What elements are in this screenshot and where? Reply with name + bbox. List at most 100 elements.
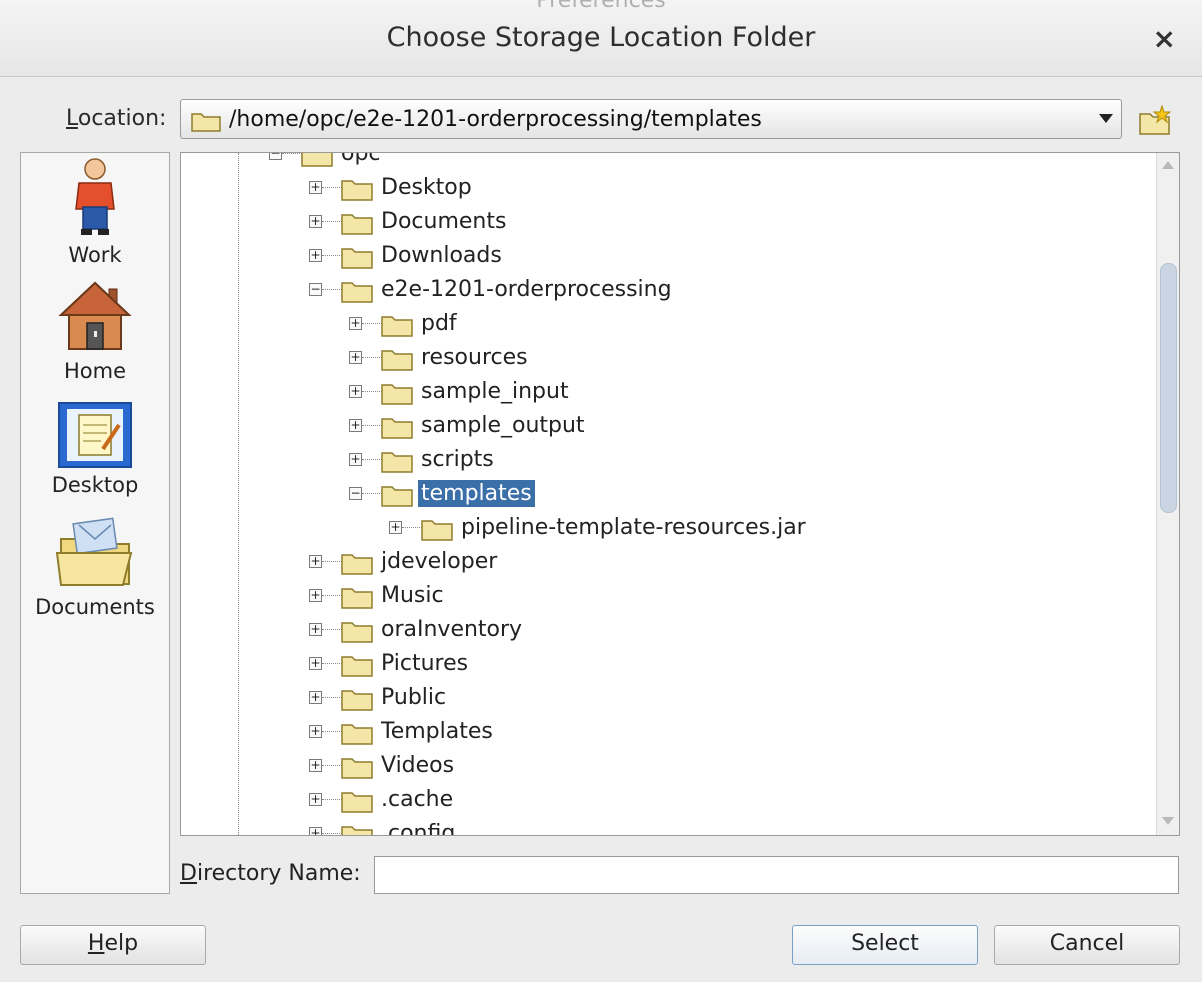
- folder-icon: [381, 486, 413, 507]
- place-work[interactable]: Work: [21, 155, 169, 267]
- place-documents[interactable]: Documents: [21, 515, 169, 619]
- places-sidebar: Work Home Desktop Documents: [20, 152, 170, 894]
- tree-node-label[interactable]: scripts: [418, 446, 497, 473]
- tree-connector: [322, 697, 342, 698]
- tree-connector: [322, 629, 342, 630]
- tree-node-label[interactable]: Videos: [378, 752, 457, 779]
- tree-node-label[interactable]: pipeline-template-resources.jar: [458, 514, 809, 541]
- tree-node[interactable]: + Templates: [181, 716, 1151, 750]
- tree-node-label[interactable]: oraInventory: [378, 616, 525, 643]
- new-folder-button[interactable]: [1138, 104, 1172, 136]
- tree-node-label[interactable]: Downloads: [378, 242, 505, 269]
- folder-icon: [341, 792, 373, 813]
- tree-node[interactable]: + Videos: [181, 750, 1151, 784]
- scroll-up-arrow-icon[interactable]: [1162, 161, 1174, 169]
- tree-node[interactable]: + sample_output: [181, 410, 1151, 444]
- expand-toggle-icon[interactable]: +: [349, 419, 362, 432]
- tree-node[interactable]: + .cache: [181, 784, 1151, 818]
- expand-toggle-icon[interactable]: +: [349, 317, 362, 330]
- tree-node[interactable]: + jdeveloper: [181, 546, 1151, 580]
- tree-node[interactable]: + Documents: [181, 206, 1151, 240]
- tree-node-label[interactable]: Music: [378, 582, 447, 609]
- expand-toggle-icon[interactable]: +: [309, 827, 322, 835]
- tree-node[interactable]: + oraInventory: [181, 614, 1151, 648]
- expand-toggle-icon[interactable]: +: [349, 385, 362, 398]
- tree-node-label[interactable]: Templates: [378, 718, 496, 745]
- expand-toggle-icon[interactable]: +: [309, 657, 322, 670]
- location-dropdown[interactable]: /home/opc/e2e-1201-orderprocessing/templ…: [180, 99, 1122, 139]
- tree-node[interactable]: − opc: [181, 153, 1151, 172]
- expand-toggle-icon[interactable]: +: [309, 793, 322, 806]
- tree-node-label[interactable]: .config: [378, 820, 458, 835]
- tree-node-label[interactable]: Desktop: [378, 174, 475, 201]
- tree-node-label[interactable]: Pictures: [378, 650, 471, 677]
- work-person-icon: [75, 158, 115, 235]
- folder-icon: [381, 316, 413, 337]
- expand-toggle-icon[interactable]: +: [309, 181, 322, 194]
- tree-node[interactable]: + scripts: [181, 444, 1151, 478]
- expand-toggle-icon[interactable]: +: [349, 351, 362, 364]
- tree-connector: [322, 187, 342, 188]
- help-button[interactable]: Help: [20, 925, 206, 965]
- tree-connector: [362, 357, 382, 358]
- tree-node[interactable]: − e2e-1201-orderprocessing: [181, 274, 1151, 308]
- tree-node-label[interactable]: pdf: [418, 310, 460, 337]
- select-button[interactable]: Select: [792, 925, 978, 965]
- chevron-down-icon[interactable]: [1099, 114, 1113, 123]
- tree-node-label[interactable]: e2e-1201-orderprocessing: [378, 276, 675, 303]
- folder-icon: [341, 554, 373, 575]
- tree-connector: [322, 731, 342, 732]
- tree-node[interactable]: + Music: [181, 580, 1151, 614]
- tree-node[interactable]: + Downloads: [181, 240, 1151, 274]
- tree-node[interactable]: + .config: [181, 818, 1151, 835]
- expand-toggle-icon[interactable]: +: [309, 691, 322, 704]
- expand-toggle-icon[interactable]: +: [349, 453, 362, 466]
- tree-node-label[interactable]: .cache: [378, 786, 456, 813]
- directory-name-input[interactable]: [374, 856, 1179, 894]
- tree-node-label[interactable]: Public: [378, 684, 449, 711]
- tree-node[interactable]: + resources: [181, 342, 1151, 376]
- folder-tree[interactable]: − opc + Desktop + Documents + Downloads − e2e-120…: [180, 152, 1180, 836]
- cancel-button[interactable]: Cancel: [994, 925, 1180, 965]
- tree-connector: [322, 833, 342, 834]
- expand-toggle-icon[interactable]: +: [309, 623, 322, 636]
- expand-toggle-icon[interactable]: +: [389, 521, 402, 534]
- help-label-rest: elp: [104, 931, 139, 956]
- collapse-toggle-icon[interactable]: −: [309, 283, 322, 296]
- tree-node[interactable]: + Desktop: [181, 172, 1151, 206]
- place-desktop[interactable]: Desktop: [21, 401, 169, 497]
- documents-folder-icon: [55, 517, 133, 586]
- directory-label-rest: irectory Name:: [196, 861, 361, 886]
- tree-node-label[interactable]: sample_input: [418, 378, 572, 405]
- new-folder-icon: [1139, 104, 1172, 135]
- vertical-scrollbar[interactable]: [1156, 153, 1179, 835]
- folder-icon: [381, 418, 413, 439]
- place-home[interactable]: Home: [21, 279, 169, 383]
- expand-toggle-icon[interactable]: +: [309, 555, 322, 568]
- tree-node-label[interactable]: resources: [418, 344, 531, 371]
- tree-node-label[interactable]: opc: [338, 153, 384, 167]
- tree-node[interactable]: + sample_input: [181, 376, 1151, 410]
- location-path: /home/opc/e2e-1201-orderprocessing/templ…: [229, 107, 762, 132]
- expand-toggle-icon[interactable]: +: [309, 215, 322, 228]
- scrollbar-thumb[interactable]: [1160, 263, 1177, 513]
- expand-toggle-icon[interactable]: +: [309, 725, 322, 738]
- tree-node[interactable]: + pdf: [181, 308, 1151, 342]
- directory-mnemonic: D: [180, 861, 197, 886]
- folder-icon: [381, 350, 413, 371]
- close-button[interactable]: ×: [1153, 22, 1176, 55]
- collapse-toggle-icon[interactable]: −: [269, 153, 282, 160]
- tree-node[interactable]: + Pictures: [181, 648, 1151, 682]
- expand-toggle-icon[interactable]: +: [309, 589, 322, 602]
- tree-node[interactable]: + pipeline-template-resources.jar: [181, 512, 1151, 546]
- tree-node-label[interactable]: sample_output: [418, 412, 588, 439]
- tree-node-label[interactable]: templates: [418, 480, 535, 507]
- collapse-toggle-icon[interactable]: −: [349, 487, 362, 500]
- tree-node-label[interactable]: jdeveloper: [378, 548, 500, 575]
- tree-node[interactable]: − templates: [181, 478, 1151, 512]
- expand-toggle-icon[interactable]: +: [309, 249, 322, 262]
- tree-node-label[interactable]: Documents: [378, 208, 509, 235]
- expand-toggle-icon[interactable]: +: [309, 759, 322, 772]
- scroll-down-arrow-icon[interactable]: [1162, 817, 1174, 825]
- tree-node[interactable]: + Public: [181, 682, 1151, 716]
